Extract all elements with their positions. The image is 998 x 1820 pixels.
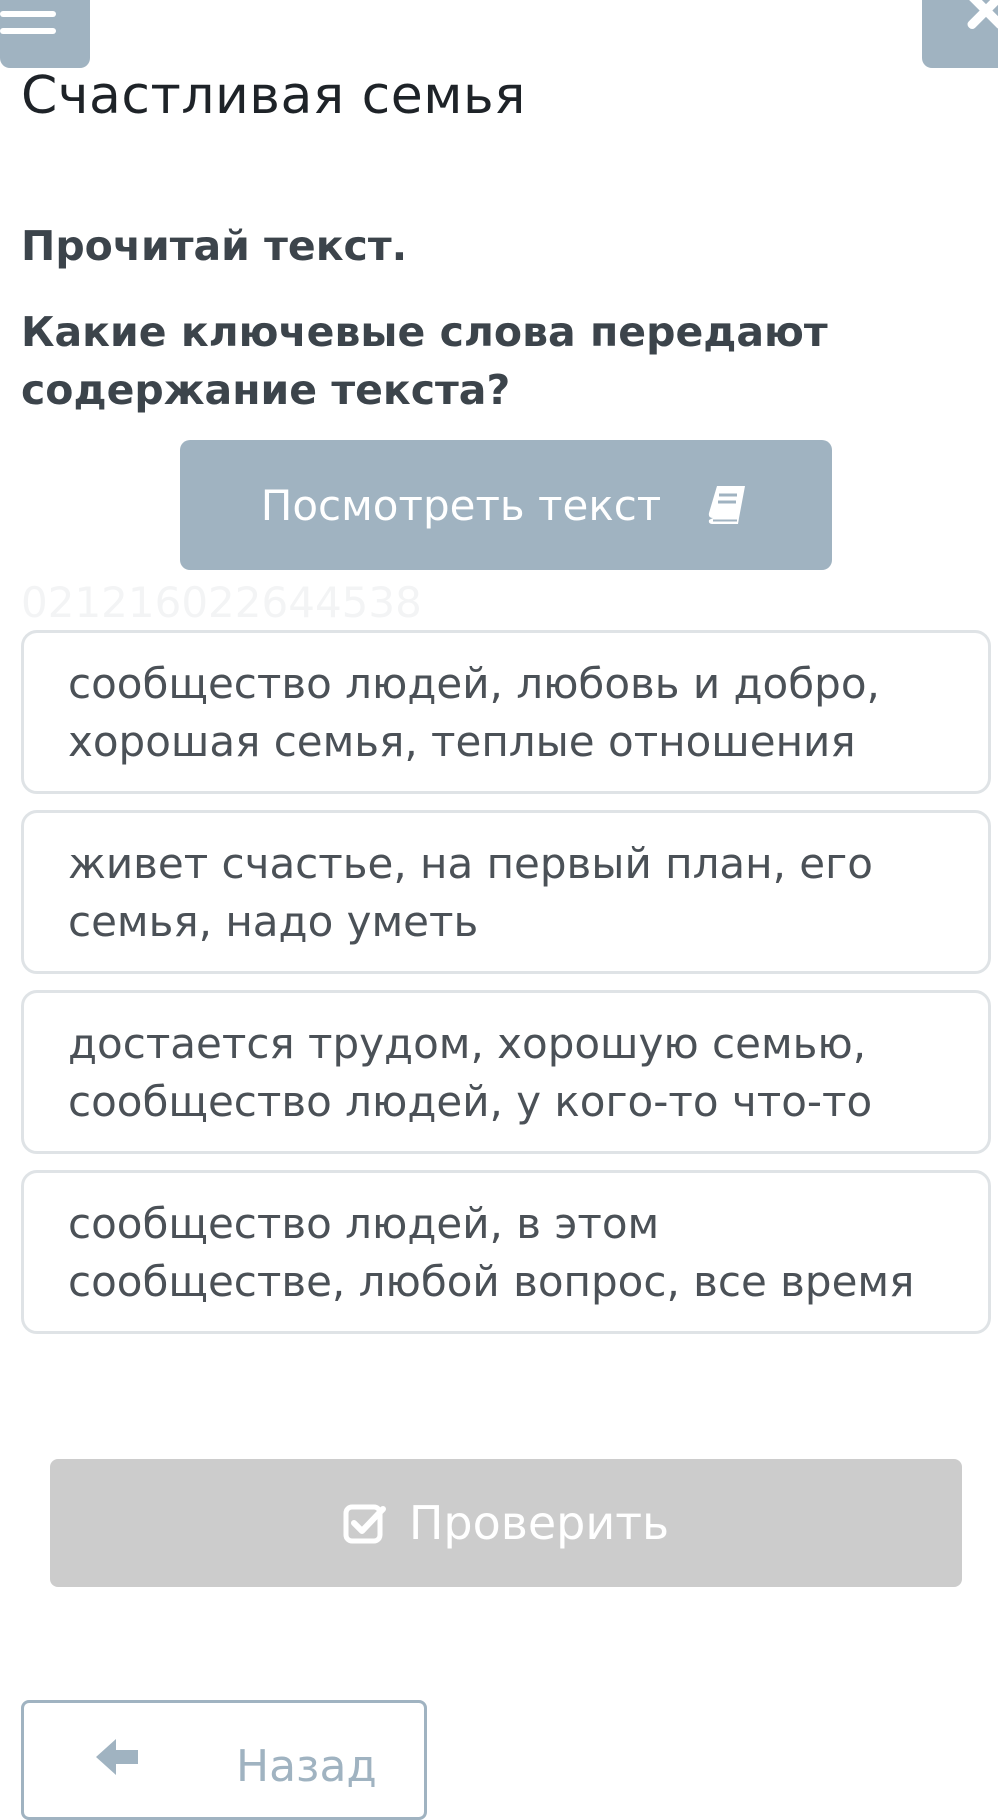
answer-option[interactable]: живет счастье, на первый план, его семья… xyxy=(21,810,991,974)
answer-option[interactable]: достается трудом, хорошую семью, сообщес… xyxy=(21,990,991,1154)
answer-options: сообщество людей, любовь и добро, хороша… xyxy=(21,630,991,1350)
back-button[interactable]: Назад xyxy=(21,1700,427,1820)
hamburger-menu-icon xyxy=(0,0,56,34)
check-button[interactable]: Проверить xyxy=(50,1459,962,1587)
back-label: Назад xyxy=(236,1741,377,1792)
view-text-label: Посмотреть текст xyxy=(260,480,662,530)
menu-button[interactable] xyxy=(0,0,90,68)
view-text-button[interactable]: Посмотреть текст xyxy=(180,440,832,570)
close-icon xyxy=(962,0,998,34)
close-button[interactable] xyxy=(922,0,998,68)
task-instruction: Прочитай текст. xyxy=(21,222,408,270)
watermark-id: 021216022644538 xyxy=(21,578,422,627)
check-label: Проверить xyxy=(408,1496,670,1550)
answer-option[interactable]: сообщество людей, в этом сообществе, люб… xyxy=(21,1170,991,1334)
page-title: Счастливая семья xyxy=(21,66,526,126)
answer-option[interactable]: сообщество людей, любовь и добро, хороша… xyxy=(21,630,991,794)
task-question: Какие ключевые слова передают содержание… xyxy=(21,308,828,414)
checkbox-check-icon xyxy=(343,1504,386,1544)
arrow-left-icon xyxy=(96,1739,138,1775)
book-icon xyxy=(709,486,746,524)
